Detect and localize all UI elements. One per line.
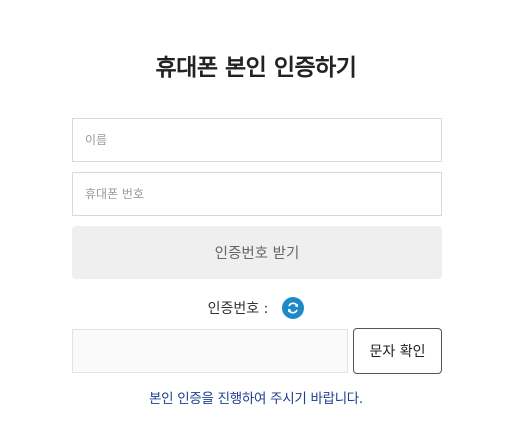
refresh-icon[interactable]	[282, 297, 305, 319]
name-input[interactable]	[73, 119, 441, 161]
phone-field[interactable]	[72, 172, 442, 216]
verification-code-row: 인증번호 :	[0, 296, 512, 320]
refresh-icon-glyph	[288, 302, 299, 314]
confirm-sms-button[interactable]: 문자 확인	[353, 328, 442, 374]
phone-verification-page: 휴대폰 본인 인증하기 인증번호 받기 인증번호 : 문자 확인 본인 인증을 …	[0, 0, 512, 441]
verification-code-input[interactable]	[73, 330, 347, 372]
verification-code-label: 인증번호 :	[207, 301, 269, 317]
verification-code-field[interactable]	[72, 329, 348, 373]
phone-input[interactable]	[73, 173, 441, 215]
request-code-button[interactable]: 인증번호 받기	[72, 226, 442, 279]
page-title: 휴대폰 본인 인증하기	[155, 55, 357, 81]
notice-text: 본인 인증을 진행하여 주시기 바랍니다.	[149, 391, 363, 407]
name-field[interactable]	[72, 118, 442, 162]
